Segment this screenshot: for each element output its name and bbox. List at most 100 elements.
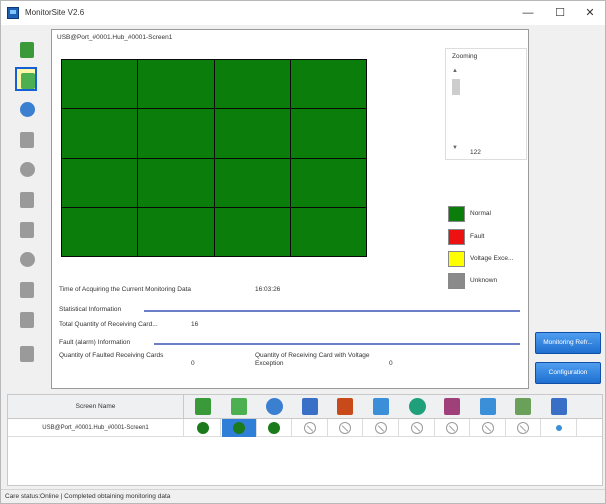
receiving-card-cell[interactable] (138, 207, 214, 256)
table-row[interactable]: USB@Port_#0001.Hub_#0001-Screen1 (8, 419, 602, 437)
status-ok-icon (197, 422, 209, 434)
total-cards-value: 16 (191, 321, 199, 328)
voltage-icon (20, 252, 35, 267)
receiving-card-cell[interactable] (290, 60, 366, 109)
status-cell[interactable] (186, 419, 221, 437)
maximize-button[interactable]: ☐ (549, 5, 571, 21)
toolbar-voltage-button[interactable] (15, 247, 37, 271)
not-monitored-icon (375, 422, 387, 434)
fault-divider (154, 343, 520, 345)
column-magnet-icon[interactable] (444, 398, 461, 415)
receiving-card-cell[interactable] (138, 60, 214, 109)
door-icon (20, 312, 34, 328)
column-voltage-icon[interactable] (408, 398, 426, 415)
legend-item: Normal (448, 206, 538, 222)
status-cell[interactable] (221, 419, 257, 437)
toolbar-smoke-button[interactable] (15, 157, 37, 181)
toolbar-led-screen-button[interactable] (15, 37, 37, 61)
column-humidity-icon[interactable] (301, 398, 318, 415)
status-cell[interactable] (328, 419, 364, 437)
status-cell[interactable] (257, 419, 293, 437)
column-network-icon[interactable] (551, 398, 567, 415)
close-button[interactable]: ✕ (579, 5, 601, 21)
receiving-card-cell[interactable] (290, 207, 366, 256)
left-toolbar (1, 25, 47, 391)
faulted-cards-label: Quantity of Faulted Receiving Cards (59, 352, 164, 359)
receiving-card-cell[interactable] (214, 60, 290, 109)
toolbar-fan-button[interactable] (15, 187, 37, 211)
receiving-card-cell[interactable] (214, 109, 290, 158)
toolbar-receiving-card-button[interactable] (15, 67, 37, 91)
status-bar: Care status:Online | Completed obtaining… (1, 489, 605, 503)
minimize-button[interactable]: — (517, 5, 539, 21)
status-cell[interactable] (435, 419, 471, 437)
monitoring-refresh-button[interactable]: Monitoring Refr... (535, 332, 601, 354)
screen-name-cell[interactable]: USB@Port_#0001.Hub_#0001-Screen1 (8, 419, 184, 437)
receiving-card-cell[interactable] (62, 109, 138, 158)
toolbar-module-button[interactable] (15, 217, 37, 241)
status-text: Care status:Online | Completed obtaining… (5, 493, 171, 500)
toolbar-cabinet-button[interactable] (15, 341, 37, 365)
status-cell[interactable] (364, 419, 399, 437)
legend-item: Unknown (448, 273, 538, 289)
receiving-card-cell[interactable] (62, 158, 138, 207)
zoom-thumb[interactable] (452, 79, 460, 95)
receiving-card-cell[interactable] (138, 158, 214, 207)
toolbar-door-button[interactable] (15, 307, 37, 331)
zoom-label: Zooming (452, 53, 478, 60)
window-title: MonitorSite V2.6 (25, 8, 85, 17)
status-cell[interactable] (542, 419, 577, 437)
table-header: Screen Name (8, 395, 602, 419)
toolbar-humidity-button[interactable] (15, 127, 37, 151)
legend-item: Voltage Exce... (448, 251, 538, 267)
status-cell[interactable] (400, 419, 435, 437)
column-led-screen-icon[interactable] (195, 398, 211, 415)
humidity-icon (20, 132, 34, 148)
temperature-icon (20, 102, 35, 117)
magnet-icon (20, 282, 34, 298)
status-cell[interactable] (471, 419, 506, 437)
column-door-icon[interactable] (479, 398, 496, 415)
receiving-card-icon (21, 73, 35, 89)
status-cell[interactable] (506, 419, 542, 437)
receiving-card-cell[interactable] (62, 60, 138, 109)
column-temperature-icon[interactable] (266, 398, 284, 415)
not-monitored-icon (303, 422, 316, 434)
acquire-time-label: Time of Acquiring the Current Monitoring… (59, 286, 191, 293)
status-small-icon (556, 425, 562, 431)
legend-item: Fault (448, 229, 538, 245)
legend-label: Voltage Exce... (470, 255, 514, 262)
receiving-card-grid (61, 59, 367, 257)
cabinet-icon (20, 346, 34, 362)
legend-label: Fault (470, 233, 485, 240)
column-fan-icon[interactable] (373, 398, 389, 415)
legend-swatch (448, 206, 465, 222)
column-smoke-icon[interactable] (337, 398, 354, 415)
status-ok-icon (268, 422, 281, 434)
receiving-card-cell[interactable] (214, 207, 290, 256)
column-cabinet-icon[interactable] (515, 398, 532, 415)
voltage-exception-label: Quantity of Receiving Card with Voltage … (255, 352, 370, 367)
app-logo-icon (7, 7, 19, 19)
zoom-scrollbar[interactable]: ▲ ▼ (451, 65, 461, 157)
receiving-card-cell[interactable] (290, 158, 366, 207)
legend-swatch (448, 229, 465, 245)
legend-label: Normal (470, 210, 491, 217)
not-monitored-icon (446, 422, 459, 434)
configuration-button[interactable]: Configuration (535, 362, 601, 384)
toolbar-magnet-button[interactable] (15, 277, 37, 301)
receiving-card-cell[interactable] (138, 109, 214, 158)
screen-title: USB@Port_#0001.Hub_#0001-Screen1 (57, 34, 173, 41)
receiving-card-cell[interactable] (290, 109, 366, 158)
zoom-control: Zooming ▲ ▼ 122 (445, 48, 527, 160)
led-screen-icon (20, 42, 34, 58)
column-receiving-card-icon[interactable] (230, 398, 247, 415)
status-cell[interactable] (293, 419, 328, 437)
zoom-down-icon[interactable]: ▼ (452, 145, 458, 151)
toolbar-temperature-button[interactable] (15, 97, 37, 121)
zoom-up-icon[interactable]: ▲ (452, 68, 458, 74)
not-monitored-icon (481, 422, 494, 434)
faulted-cards-value: 0 (191, 360, 195, 367)
receiving-card-cell[interactable] (62, 207, 138, 256)
receiving-card-cell[interactable] (214, 158, 290, 207)
